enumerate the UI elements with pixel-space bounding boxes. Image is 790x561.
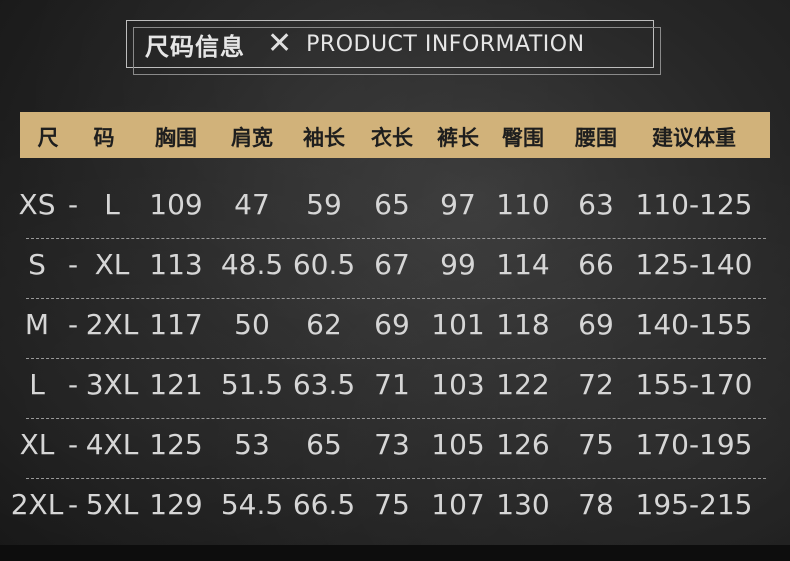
cell-top-length: 71 [374, 368, 410, 401]
table-row: 2XL - 5XL 129 54.5 66.5 75 107 130 78 19… [0, 478, 790, 538]
size-alpha: L [29, 368, 45, 401]
cell-chest: 113 [149, 248, 203, 281]
cell-shoulder: 50 [234, 308, 270, 341]
size-dash: - [67, 488, 79, 521]
cell-sleeve: 65 [306, 428, 342, 461]
cell-hip: 118 [496, 308, 550, 341]
header-top-length: 衣长 [371, 126, 413, 150]
header-size: 尺 [37, 126, 59, 150]
size-alt: 2XL [85, 308, 139, 341]
cell-sleeve: 62 [306, 308, 342, 341]
cell-sleeve: 59 [306, 188, 342, 221]
size-dash: - [67, 308, 79, 341]
header-waist: 腰围 [575, 126, 617, 150]
cell-shoulder: 48.5 [220, 248, 284, 281]
header-weight: 建议体重 [652, 126, 736, 150]
table-header: 尺 码 胸围 肩宽 袖长 衣长 裤长 臀围 腰围 建议体重 [20, 112, 770, 158]
cell-hip: 110 [496, 188, 550, 221]
cell-weight: 155-170 [635, 368, 753, 401]
cell-weight: 195-215 [635, 488, 753, 521]
size-alt: XL [94, 248, 130, 281]
cell-chest: 121 [149, 368, 203, 401]
cell-waist: 78 [578, 488, 614, 521]
cell-hip: 130 [496, 488, 550, 521]
cell-pants-length: 107 [431, 488, 485, 521]
cell-weight: 170-195 [635, 428, 753, 461]
table-row: L - 3XL 121 51.5 63.5 71 103 122 72 155-… [0, 358, 790, 418]
cell-waist: 63 [578, 188, 614, 221]
cell-sleeve: 66.5 [292, 488, 356, 521]
cell-sleeve: 63.5 [292, 368, 356, 401]
header-hip: 臀围 [502, 126, 544, 150]
header-shoulder: 肩宽 [231, 126, 273, 150]
size-alpha: M [24, 308, 50, 341]
cell-waist: 66 [578, 248, 614, 281]
cell-top-length: 73 [374, 428, 410, 461]
cell-chest: 125 [149, 428, 203, 461]
size-dash: - [67, 248, 79, 281]
size-alpha: XS [18, 188, 56, 221]
cell-shoulder: 54.5 [220, 488, 284, 521]
table-row: S - XL 113 48.5 60.5 67 99 114 66 125-14… [0, 238, 790, 298]
cell-top-length: 65 [374, 188, 410, 221]
bottom-band [0, 545, 790, 561]
cell-top-length: 67 [374, 248, 410, 281]
size-dash: - [67, 428, 79, 461]
cell-top-length: 75 [374, 488, 410, 521]
size-alpha: 2XL [10, 488, 64, 521]
size-dash: - [67, 368, 79, 401]
cell-hip: 126 [496, 428, 550, 461]
cell-hip: 122 [496, 368, 550, 401]
size-alt: 3XL [85, 368, 139, 401]
cell-chest: 109 [149, 188, 203, 221]
cell-shoulder: 53 [234, 428, 270, 461]
cell-pants-length: 97 [440, 188, 476, 221]
header-size-2: 码 [93, 126, 115, 150]
cell-waist: 72 [578, 368, 614, 401]
size-alpha: XL [19, 428, 55, 461]
cell-sleeve: 60.5 [292, 248, 356, 281]
cell-waist: 69 [578, 308, 614, 341]
cell-chest: 117 [149, 308, 203, 341]
cell-hip: 114 [496, 248, 550, 281]
header-chest: 胸围 [155, 126, 197, 150]
title-chinese: 尺码信息 [145, 32, 245, 61]
cell-top-length: 69 [374, 308, 410, 341]
header-sleeve: 袖长 [303, 126, 345, 150]
size-alt: L [104, 188, 120, 221]
cell-weight: 140-155 [635, 308, 753, 341]
size-alpha: S [28, 248, 46, 281]
header-pants-length: 裤长 [437, 126, 479, 150]
cell-waist: 75 [578, 428, 614, 461]
size-alt: 4XL [85, 428, 139, 461]
size-alt: 5XL [85, 488, 139, 521]
x-mark-icon: ✕ [267, 26, 293, 61]
cell-pants-length: 99 [440, 248, 476, 281]
size-dash: - [67, 188, 79, 221]
cell-pants-length: 105 [431, 428, 485, 461]
title-english: PRODUCT INFORMATION [306, 31, 585, 57]
cell-pants-length: 101 [431, 308, 485, 341]
cell-shoulder: 51.5 [220, 368, 284, 401]
cell-chest: 129 [149, 488, 203, 521]
cell-shoulder: 47 [234, 188, 270, 221]
cell-pants-length: 103 [431, 368, 485, 401]
table-row: M - 2XL 117 50 62 69 101 118 69 140-155 [0, 298, 790, 358]
cell-weight: 110-125 [635, 188, 753, 221]
cell-weight: 125-140 [635, 248, 753, 281]
title-frame: 尺码信息 ✕ PRODUCT INFORMATION [126, 20, 661, 75]
table-row: XL - 4XL 125 53 65 73 105 126 75 170-195 [0, 418, 790, 478]
table-row: XS - L 109 47 59 65 97 110 63 110-125 [0, 178, 790, 238]
